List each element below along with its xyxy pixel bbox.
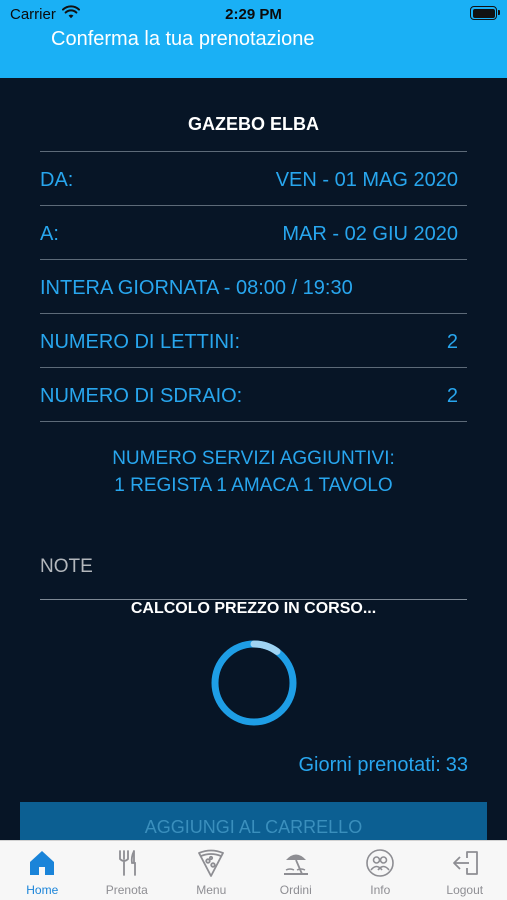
- deckchairs-label: NUMERO DI SDRAIO:: [40, 385, 243, 407]
- tab-logout[interactable]: Logout: [423, 841, 507, 900]
- battery-icon: [470, 6, 500, 20]
- people-icon: [366, 849, 395, 877]
- from-label: DA:: [40, 169, 74, 191]
- divider: [40, 421, 467, 422]
- status-time: 2:29 PM: [225, 6, 282, 23]
- note-field[interactable]: [40, 528, 467, 600]
- tab-ordini[interactable]: Ordini: [254, 841, 339, 900]
- loading-spinner-icon: [211, 640, 297, 726]
- divider: [40, 205, 467, 206]
- tab-prenota[interactable]: Prenota: [85, 841, 170, 900]
- time-slot: INTERA GIORNATA - 08:00 / 19:30: [40, 277, 353, 299]
- cutlery-icon: [118, 850, 136, 876]
- extra-services-list: 1 REGISTA 1 AMACA 1 TAVOLO: [114, 475, 393, 496]
- divider: [40, 313, 467, 314]
- tab-label: Home: [26, 883, 59, 897]
- divider: [40, 367, 467, 368]
- from-date: VEN - 01 MAG 2020: [275, 169, 458, 191]
- tab-label: Info: [370, 883, 391, 897]
- tab-home[interactable]: Home: [0, 841, 85, 900]
- venue-name: GAZEBO ELBA: [187, 114, 319, 134]
- app-header: Carrier 2:29 PM Conferma la tua prenotaz…: [0, 0, 507, 78]
- deckchairs-count: 2: [446, 385, 458, 407]
- to-label: A:: [40, 223, 59, 245]
- beach-umbrella-icon: [283, 854, 308, 875]
- sunbeds-label: NUMERO DI LETTINI:: [40, 331, 241, 353]
- booked-days: Giorni prenotati: 33: [298, 754, 468, 777]
- extra-services-title: NUMERO SERVIZI AGGIUNTIVI:: [112, 448, 395, 469]
- tab-label: Ordini: [279, 883, 312, 897]
- extra-services: NUMERO SERVIZI AGGIUNTIVI: 1 REGISTA 1 A…: [0, 445, 507, 499]
- booked-days-label: Giorni prenotati:: [298, 754, 441, 776]
- tab-label: Prenota: [105, 883, 148, 897]
- tab-label: Menu: [196, 883, 227, 897]
- booked-days-count: 33: [445, 754, 468, 776]
- tab-bar: Home Prenota Menu Ordini Info Logout: [0, 840, 507, 900]
- price-status: CALCOLO PREZZO IN CORSO...: [130, 600, 377, 617]
- status-bar: Carrier 2:29 PM: [0, 0, 507, 28]
- divider: [40, 259, 467, 260]
- sunbeds-count: 2: [446, 331, 458, 353]
- tab-info[interactable]: Info: [338, 841, 423, 900]
- home-icon: [30, 851, 55, 875]
- page-title: Conferma la tua prenotazione: [51, 28, 315, 50]
- pizza-icon: [198, 849, 225, 877]
- tab-menu[interactable]: Menu: [169, 841, 254, 900]
- divider: [40, 151, 467, 152]
- logout-icon: [452, 851, 478, 875]
- to-date: MAR - 02 GIU 2020: [282, 223, 458, 245]
- tab-label: Logout: [446, 883, 484, 897]
